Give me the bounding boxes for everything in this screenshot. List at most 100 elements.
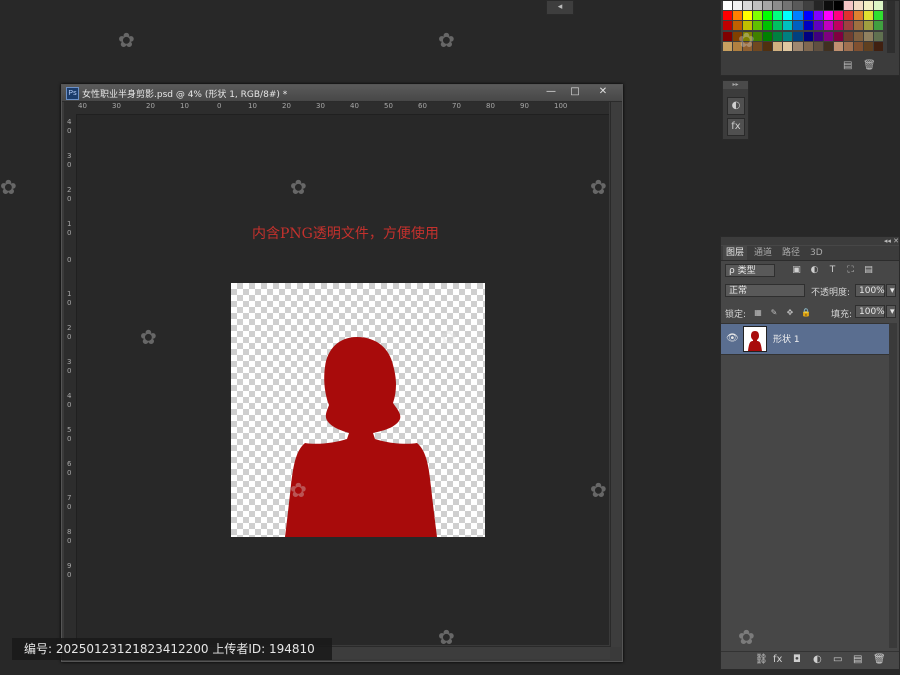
color-swatch[interactable]: [743, 1, 753, 10]
panel-toggle-button[interactable]: ◂: [546, 0, 574, 15]
add-mask-icon[interactable]: ◘: [793, 654, 801, 665]
layers-scrollbar[interactable]: [889, 323, 897, 648]
color-swatch[interactable]: [783, 21, 793, 31]
color-swatch[interactable]: [823, 31, 833, 41]
color-swatch[interactable]: [813, 1, 823, 10]
styles-icon[interactable]: fx: [727, 118, 745, 136]
color-swatch[interactable]: [873, 1, 883, 10]
color-swatch[interactable]: [843, 11, 853, 21]
canvas-area[interactable]: 内含PNG透明文件，方便使用: [77, 115, 609, 645]
color-swatch[interactable]: [783, 11, 793, 21]
color-swatch[interactable]: [843, 21, 853, 31]
color-swatch[interactable]: [723, 11, 733, 21]
color-swatch[interactable]: [793, 21, 803, 31]
color-swatch[interactable]: [773, 21, 783, 31]
color-swatch[interactable]: [873, 11, 883, 21]
color-swatch[interactable]: [803, 41, 813, 51]
lock-transparency-icon[interactable]: ▦: [753, 308, 763, 318]
color-swatch[interactable]: [853, 21, 863, 31]
color-swatch[interactable]: [783, 1, 793, 10]
minimize-button[interactable]: —: [540, 86, 562, 98]
color-swatch[interactable]: [853, 41, 863, 51]
color-swatch[interactable]: [763, 31, 773, 41]
color-swatch[interactable]: [863, 21, 873, 31]
adjustment-filter-icon[interactable]: ◐: [809, 265, 820, 276]
transparent-image[interactable]: [231, 283, 485, 537]
color-swatch[interactable]: [763, 1, 773, 10]
panel-collapse-icon[interactable]: ◂◂ ✕: [721, 237, 899, 245]
color-swatch[interactable]: [873, 21, 883, 31]
color-swatch[interactable]: [723, 41, 733, 51]
color-swatch[interactable]: [793, 31, 803, 41]
tab-channels[interactable]: 通道: [751, 246, 775, 260]
color-swatch[interactable]: [773, 11, 783, 21]
new-swatch-icon[interactable]: ▤: [843, 60, 852, 71]
color-swatch[interactable]: [803, 31, 813, 41]
swatches-scrollbar[interactable]: [887, 1, 895, 53]
layer-filter-select[interactable]: ρ 类型: [725, 264, 775, 277]
dock-expand-icon[interactable]: ▸▸: [723, 81, 748, 89]
color-swatch[interactable]: [723, 1, 733, 10]
document-titlebar[interactable]: Ps 女性职业半身剪影.psd @ 4% (形状 1, RGB/8#) * — …: [62, 85, 622, 102]
vertical-scrollbar[interactable]: [610, 102, 621, 647]
opacity-dropdown-icon[interactable]: ▾: [886, 284, 896, 297]
smart-object-filter-icon[interactable]: ▤: [863, 265, 874, 276]
color-swatch[interactable]: [803, 1, 813, 10]
lock-pixels-icon[interactable]: ✎: [769, 308, 779, 318]
new-layer-icon[interactable]: ▤: [853, 654, 862, 665]
color-swatch[interactable]: [733, 11, 743, 21]
color-swatch[interactable]: [743, 11, 753, 21]
type-filter-icon[interactable]: T: [827, 265, 838, 276]
color-swatch[interactable]: [833, 21, 843, 31]
shape-filter-icon[interactable]: ⛶: [845, 265, 856, 276]
fill-dropdown-icon[interactable]: ▾: [886, 305, 896, 318]
fill-input[interactable]: 100%: [855, 305, 885, 318]
color-swatch[interactable]: [833, 41, 843, 51]
color-swatch[interactable]: [723, 21, 733, 31]
color-swatch[interactable]: [733, 1, 743, 10]
opacity-input[interactable]: 100%: [855, 284, 885, 297]
color-swatch[interactable]: [813, 21, 823, 31]
adjustments-icon[interactable]: ◐: [727, 97, 745, 115]
color-swatch[interactable]: [833, 1, 843, 10]
color-swatch[interactable]: [843, 1, 853, 10]
color-swatch[interactable]: [823, 21, 833, 31]
trash-icon[interactable]: 🗑: [863, 60, 876, 71]
pixel-filter-icon[interactable]: ▣: [791, 265, 802, 276]
color-swatch[interactable]: [863, 1, 873, 10]
tab-paths[interactable]: 路径: [779, 246, 803, 260]
color-swatch[interactable]: [863, 41, 873, 51]
color-swatch[interactable]: [833, 11, 843, 21]
color-swatch[interactable]: [803, 21, 813, 31]
color-swatch[interactable]: [813, 31, 823, 41]
color-swatch[interactable]: [783, 41, 793, 51]
color-swatch[interactable]: [863, 11, 873, 21]
lock-all-icon[interactable]: 🔒: [801, 308, 811, 318]
color-swatch[interactable]: [723, 31, 733, 41]
color-swatch[interactable]: [823, 1, 833, 10]
color-swatch[interactable]: [803, 11, 813, 21]
color-swatch[interactable]: [783, 31, 793, 41]
ruler-horizontal[interactable]: 40 30 20 10 0 10 20 30 40 50 60 70 80 90…: [64, 102, 609, 115]
layer-style-icon[interactable]: fx: [773, 654, 782, 665]
ruler-vertical[interactable]: 4 0 3 0 2 0 1 0 0 1 0 2 0 3 0 4 0 5 0 6 …: [64, 114, 77, 645]
color-swatch[interactable]: [843, 41, 853, 51]
color-swatch[interactable]: [753, 1, 763, 10]
adjustment-layer-icon[interactable]: ◐: [813, 654, 822, 665]
blend-mode-select[interactable]: 正常: [725, 284, 805, 297]
eye-icon[interactable]: 👁: [726, 333, 739, 344]
color-swatch[interactable]: [793, 1, 803, 10]
color-swatch[interactable]: [823, 11, 833, 21]
layer-row[interactable]: 👁 形状 1: [721, 323, 889, 355]
color-swatch[interactable]: [773, 41, 783, 51]
color-swatch[interactable]: [763, 11, 773, 21]
color-swatch[interactable]: [793, 11, 803, 21]
color-swatch[interactable]: [773, 31, 783, 41]
color-swatch[interactable]: [873, 41, 883, 51]
tab-3d[interactable]: 3D: [807, 246, 826, 260]
color-swatch[interactable]: [763, 41, 773, 51]
color-swatch[interactable]: [853, 1, 863, 10]
color-swatch[interactable]: [813, 41, 823, 51]
color-swatch[interactable]: [843, 31, 853, 41]
color-swatch[interactable]: [863, 31, 873, 41]
